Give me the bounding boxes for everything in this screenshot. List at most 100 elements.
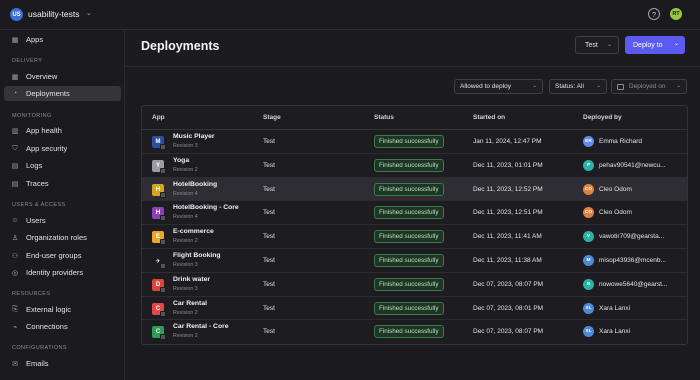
sidebar-item-logs[interactable]: ▤ Logs: [4, 158, 121, 173]
started-on-cell: Dec 11, 2023, 11:38 AM: [473, 257, 542, 264]
column-header-stage[interactable]: Stage: [263, 114, 281, 121]
sidebar-item-label: End-user groups: [26, 251, 82, 260]
chart-icon: ▥: [11, 127, 19, 135]
column-header-deployed-by[interactable]: Deployed by: [583, 114, 622, 121]
sidebar-item-identity-providers[interactable]: ◎ Identity providers: [4, 265, 121, 280]
revision-badge-icon: [160, 286, 166, 293]
table-row[interactable]: C Car Rental - Core Revision 2 Test Finished…: [142, 320, 687, 344]
started-on-cell: Dec 11, 2023, 01:01 PM: [473, 161, 543, 169]
revision-badge-icon: [160, 239, 166, 246]
sidebar-item-label: App security: [26, 144, 68, 153]
environment-select[interactable]: Test ⌄: [575, 36, 619, 54]
table-row[interactable]: ✈ Flight Booking Revision 3 Test Finished su…: [142, 249, 687, 273]
allowed-to-deploy-filter[interactable]: Allowed to deploy ⌄: [454, 79, 543, 94]
revision-badge-icon: [160, 167, 166, 174]
started-on-cell: Jan 11, 2024, 12:47 PM: [473, 138, 542, 145]
app-revision: Revision 4: [173, 190, 198, 197]
sidebar-item-users[interactable]: ☺ Users: [4, 213, 121, 228]
sidebar-item-label: External logic: [26, 305, 72, 314]
sidebar-item-label: Identity providers: [26, 268, 84, 277]
app-name[interactable]: Drink water: [173, 276, 210, 283]
table-row[interactable]: H HotelBooking Revision 4 Test Finished succ…: [142, 177, 687, 202]
app-name[interactable]: Car Rental: [173, 300, 207, 307]
deployed-on-filter[interactable]: Deployed on ⌄: [611, 79, 687, 94]
sidebar-item-org-roles[interactable]: ♙ Organization roles: [4, 230, 121, 245]
deployments-table: App Stage Status Started on Deployed by …: [141, 105, 688, 345]
sidebar-item-overview[interactable]: ▦ Overview: [4, 69, 121, 84]
filter-label: Deployed on: [629, 83, 666, 90]
filter-label: Status: All: [555, 83, 584, 90]
table-row[interactable]: M Music Player Revision 3 Test Finished succ…: [142, 130, 687, 154]
identity-icon: ◎: [11, 269, 19, 277]
status-badge: Finished successfully: [374, 301, 444, 315]
column-header-status[interactable]: Status: [374, 114, 394, 121]
sidebar-item-traces[interactable]: ▤ Traces: [4, 176, 121, 191]
table-row[interactable]: C Car Rental Revision 2 Test Finished succes…: [142, 297, 687, 321]
user-avatar[interactable]: RT: [670, 8, 682, 20]
section-users-access: USERS & ACCESS: [12, 202, 66, 208]
sidebar-item-app-security[interactable]: ⛉ App security: [4, 141, 121, 156]
chevron-down-icon: ⌄: [676, 83, 681, 89]
stage-cell: Test: [263, 233, 275, 241]
sidebar-item-end-user-groups[interactable]: ⚇ End-user groups: [4, 248, 121, 263]
status-filter[interactable]: Status: All ⌄: [549, 79, 607, 94]
sidebar-item-label: Traces: [26, 179, 49, 188]
revision-badge-icon: [160, 310, 166, 317]
user-icon: ☺: [11, 217, 19, 224]
app-name[interactable]: HotelBooking: [173, 181, 217, 188]
table-row[interactable]: E E-commerce Revision 2 Test Finished succes…: [142, 225, 687, 249]
sidebar-item-emails[interactable]: ✉ Emails: [4, 356, 121, 371]
deployed-by-cell: vawotir709@gearsta...: [599, 233, 665, 241]
deploy-to-button[interactable]: Deploy to ⌄: [625, 36, 685, 54]
started-on-cell: Dec 11, 2023, 12:51 PM: [473, 209, 543, 217]
revision-badge-icon: [160, 215, 166, 222]
app-name[interactable]: Car Rental - Core: [173, 323, 229, 330]
group-icon: ⚇: [11, 252, 19, 260]
revision-badge-icon: [160, 263, 166, 269]
sidebar-item-label: Emails: [26, 359, 49, 368]
table-row[interactable]: D Drink water Revision 3 Test Finished succe…: [142, 273, 687, 297]
section-resources: RESOURCES: [12, 291, 51, 297]
stage-cell: Test: [263, 328, 275, 336]
column-header-app[interactable]: App: [152, 114, 165, 121]
started-on-cell: Dec 07, 2023, 08:07 PM: [473, 280, 544, 288]
sidebar-item-apps[interactable]: ▦ Apps: [4, 32, 121, 47]
deploy-icon: ◔: [12, 90, 18, 97]
chevron-down-icon: ⌄: [673, 41, 679, 47]
app-revision: Revision 3: [173, 285, 198, 292]
workspace-name[interactable]: usability-tests: [28, 9, 80, 19]
app-revision: Revision 3: [173, 143, 198, 149]
environment-select-value: Test: [585, 41, 598, 49]
avatar: XL: [583, 302, 594, 314]
app-name[interactable]: Yoga: [173, 157, 189, 164]
help-icon[interactable]: ?: [648, 8, 660, 20]
status-badge: Finished successfully: [374, 158, 444, 172]
deployed-by-cell: nowowe5640@gearst...: [599, 280, 668, 288]
table-row[interactable]: Y Yoga Revision 2 Test Finished successfully…: [142, 154, 687, 178]
deployed-by-cell: Cleo Odom: [599, 185, 632, 193]
deployed-by-cell: Emma Richard: [599, 138, 642, 145]
workspace-avatar[interactable]: US: [10, 8, 23, 21]
app-name[interactable]: E-commerce: [173, 228, 214, 235]
table-header: App Stage Status Started on Deployed by: [142, 106, 687, 130]
app-revision: Revision 2: [173, 333, 198, 340]
app-icon: H: [152, 207, 166, 222]
app-icon: D: [152, 278, 166, 293]
sidebar-item-deployments[interactable]: ◔ Deployments: [4, 86, 121, 101]
app-name[interactable]: HotelBooking - Core: [173, 204, 239, 211]
chevron-down-icon[interactable]: ⌄: [86, 9, 92, 17]
app-name[interactable]: Flight Booking: [173, 252, 221, 259]
plug-icon: ⌁: [12, 323, 18, 331]
started-on-cell: Dec 11, 2023, 11:41 AM: [473, 233, 542, 241]
sidebar-item-connections[interactable]: ⌁ Connections: [4, 319, 121, 334]
app-name[interactable]: Music Player: [173, 133, 215, 140]
stage-cell: Test: [263, 138, 275, 145]
app-window: US usability-tests ⌄ ? RT ▦ Apps DELIVER…: [0, 0, 700, 380]
status-badge: Finished successfully: [374, 254, 444, 267]
column-header-started-on[interactable]: Started on: [473, 114, 505, 121]
revision-badge-icon: [160, 191, 166, 198]
sidebar-item-app-health[interactable]: ▥ App health: [4, 123, 121, 138]
stage-cell: Test: [263, 209, 275, 217]
sidebar-item-external-logic[interactable]: ⎘ External logic: [4, 302, 121, 317]
table-row[interactable]: H HotelBooking - Core Revision 4 Test Finish…: [142, 201, 687, 226]
